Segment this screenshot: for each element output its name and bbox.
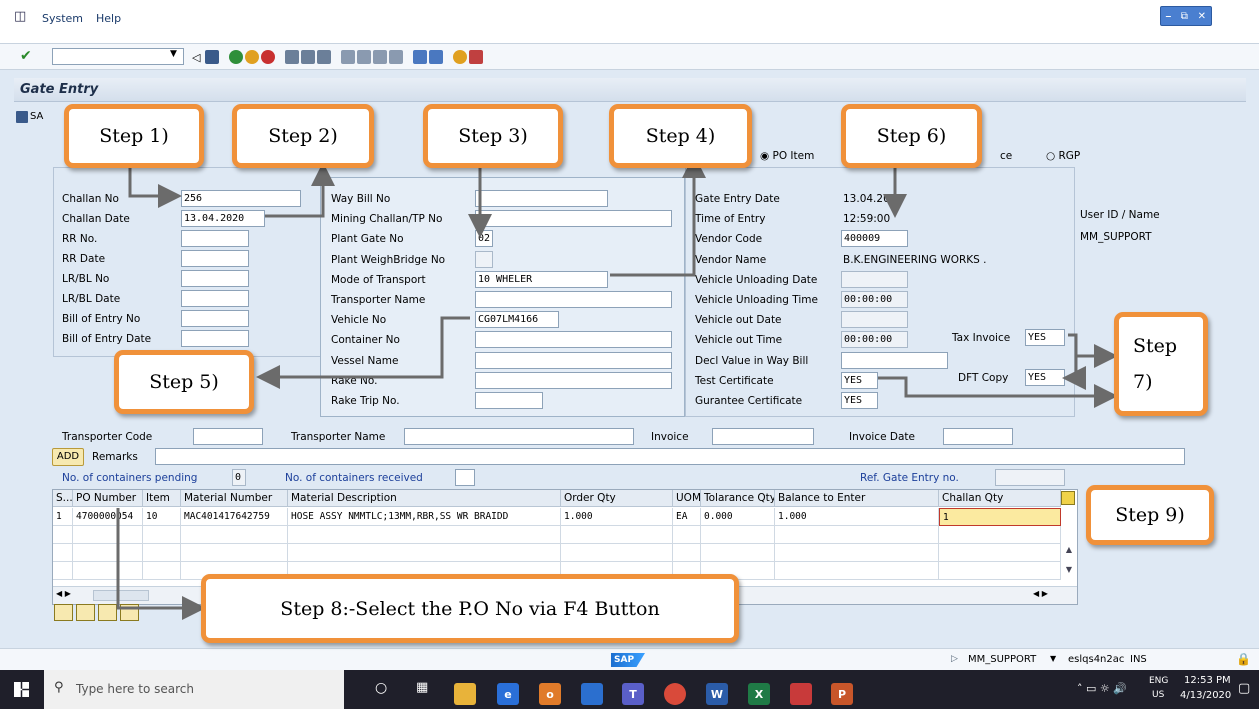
arrow-step5 [256, 316, 470, 389]
step-9-callout: Step 9) [1086, 485, 1214, 545]
step-3-callout: Step 3) [423, 104, 563, 168]
step-8-callout: Step 8:-Select the P.O No via F4 Button [201, 574, 739, 643]
arrow-step7a [1062, 333, 1086, 390]
arrow-step4 [610, 154, 706, 277]
step-2-callout: Step 2) [232, 104, 374, 168]
step-4-callout: Step 4) [609, 104, 752, 168]
step-1-callout: Step 1) [64, 104, 204, 168]
step-5-callout: Step 5) [114, 350, 254, 414]
step-6-callout: Step 6) [841, 104, 982, 168]
step-7-callout: Step 7) [1114, 312, 1208, 416]
arrow-step8 [116, 508, 206, 620]
arrow-step7c [878, 376, 1118, 408]
arrow-step2 [265, 162, 335, 218]
